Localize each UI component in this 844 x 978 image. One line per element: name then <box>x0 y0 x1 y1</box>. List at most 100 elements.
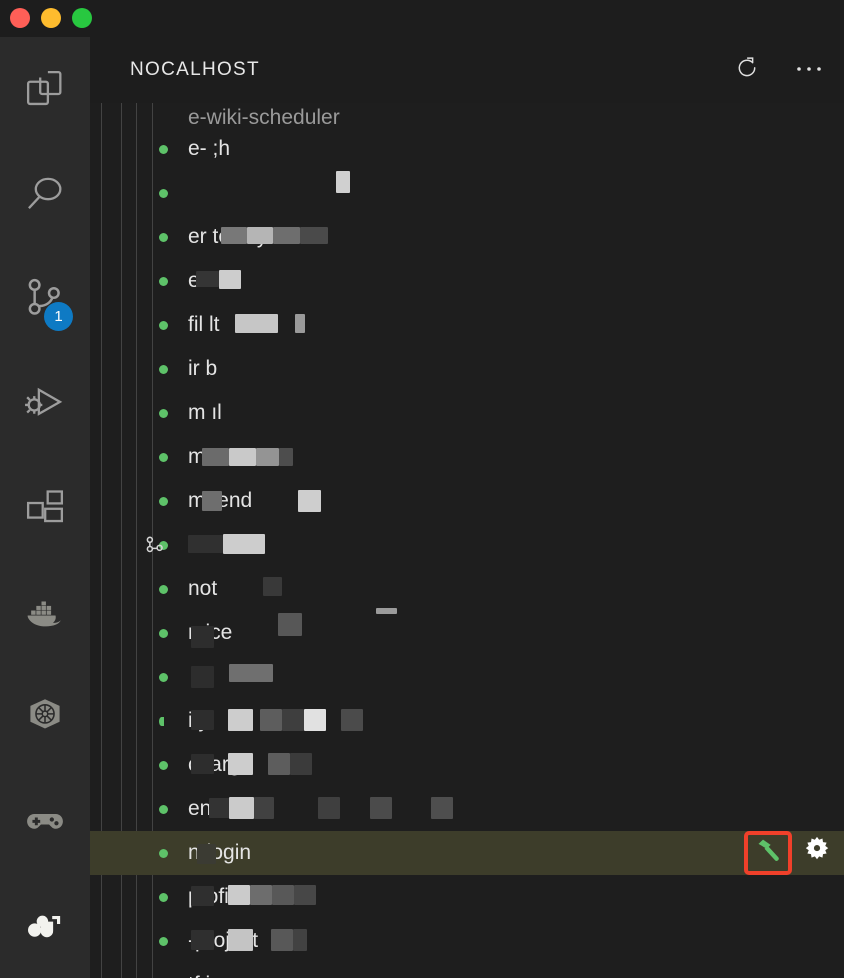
redaction-block <box>191 666 214 688</box>
refresh-icon <box>734 55 760 86</box>
minimize-window-button[interactable] <box>41 8 61 28</box>
tree-row-label: e <box>188 269 200 292</box>
refresh-button[interactable] <box>732 55 762 85</box>
docker-icon <box>21 588 69 636</box>
redaction-block <box>370 797 392 819</box>
tree-row-label: e-wiki-scheduler <box>188 106 340 127</box>
explorer-icon <box>22 66 68 112</box>
redaction-block <box>376 608 397 614</box>
activity-bar-item-nocalhost[interactable] <box>0 874 90 978</box>
redaction-block <box>229 448 256 466</box>
resource-tree[interactable]: e-wiki-scheduler e- ;h er teway e fil lt ir b… <box>90 103 844 978</box>
tree-row-1[interactable]: e- ;h <box>90 127 844 171</box>
status-dot-running <box>159 364 168 374</box>
more-actions-icon <box>795 61 823 79</box>
gamepad-icon <box>21 797 69 845</box>
redaction-block <box>273 227 300 244</box>
tree-row-wiki-scheduler[interactable]: e-wiki-scheduler <box>90 103 844 127</box>
status-dot-running <box>159 408 168 418</box>
redaction-block <box>219 270 241 289</box>
status-dot-running <box>159 848 168 858</box>
tree-row-4[interactable]: e <box>90 259 844 303</box>
tree-rows: e-wiki-scheduler e- ;h er teway e fil lt ir b… <box>90 103 844 978</box>
more-actions-button[interactable] <box>794 55 824 85</box>
extensions-icon <box>22 485 68 531</box>
activity-bar-item-extensions[interactable] <box>0 455 90 560</box>
redaction-block <box>279 448 293 466</box>
redaction-block <box>191 710 214 730</box>
redaction-block <box>254 797 274 819</box>
redaction-block <box>197 844 216 864</box>
kubernetes-icon <box>21 693 69 741</box>
tree-row-10[interactable] <box>90 523 844 567</box>
tree-row-14[interactable]: ity <box>90 699 844 743</box>
tree-row-8[interactable]: m e <box>90 435 844 479</box>
status-dot-running <box>159 452 168 462</box>
run-and-debug-icon <box>22 380 68 426</box>
tree-row-label: ir b <box>188 357 218 380</box>
close-window-button[interactable] <box>10 8 30 28</box>
tree-row-bottom[interactable]: tf i <box>90 963 844 978</box>
tree-row-login[interactable]: n-login <box>90 831 844 875</box>
redaction-block <box>202 491 222 511</box>
nocalhost-panel: NOCALHOST e-wiki-scheduler e- ;h er e fi… <box>90 37 844 978</box>
redaction-block <box>228 753 253 775</box>
status-dot-running <box>159 496 168 506</box>
redaction-block <box>278 613 302 636</box>
redaction-block <box>298 490 321 512</box>
tree-row-label <box>188 523 844 567</box>
activity-bar-item-source-control[interactable]: 1 <box>0 246 90 351</box>
redaction-block <box>229 664 273 682</box>
redaction-block <box>294 885 316 905</box>
tree-row-profile[interactable]: profile <box>90 875 844 919</box>
tree-row-3[interactable]: er teway <box>90 215 844 259</box>
redaction-block <box>228 885 250 905</box>
status-dot-running <box>159 188 168 198</box>
tree-row-2[interactable] <box>90 171 844 215</box>
dev-mode-branch-icon <box>144 533 166 560</box>
redaction-block <box>268 753 290 775</box>
gear-button[interactable] <box>798 834 836 872</box>
tree-row-label: tf i <box>188 963 844 978</box>
redaction-block <box>290 753 312 775</box>
status-dot-running <box>159 144 168 154</box>
redaction-block <box>247 227 273 244</box>
activity-bar-item-search[interactable] <box>0 142 90 247</box>
activity-bar-item-kubernetes[interactable] <box>0 664 90 769</box>
source-control-badge: 1 <box>44 302 73 332</box>
tree-row-11[interactable]: not <box>90 567 844 611</box>
activity-bar-item-run-and-debug[interactable] <box>0 351 90 456</box>
redaction-block <box>202 448 229 466</box>
title-bar <box>0 0 844 37</box>
tree-row-label: m ıl <box>188 401 222 424</box>
status-dot-running <box>159 804 168 814</box>
tree-row-9[interactable]: m tend <box>90 479 844 523</box>
panel-title: NOCALHOST <box>130 59 260 80</box>
panel-header-actions <box>732 37 824 103</box>
redaction-block <box>272 885 294 905</box>
hammer-button[interactable] <box>744 831 792 875</box>
tree-row-5[interactable]: fil lt <box>90 303 844 347</box>
tree-row-16[interactable]: ent <box>90 787 844 831</box>
redaction-block <box>191 886 214 906</box>
redaction-block <box>341 709 363 731</box>
activity-bar-item-gamepad[interactable] <box>0 769 90 874</box>
redaction-block <box>191 930 214 950</box>
redaction-block <box>431 797 453 819</box>
tree-row-label <box>188 655 844 699</box>
redaction-block <box>191 754 214 774</box>
tree-row-15[interactable]: charge <box>90 743 844 787</box>
redaction-block <box>228 709 253 731</box>
maximize-window-button[interactable] <box>72 8 92 28</box>
tree-row-6[interactable]: ir b <box>90 347 844 391</box>
redaction-block <box>304 709 326 731</box>
activity-bar-item-explorer[interactable] <box>0 37 90 142</box>
tree-row-12[interactable]: rvice <box>90 608 844 655</box>
redaction-block <box>196 271 219 287</box>
redaction-block <box>235 314 278 333</box>
activity-bar-item-docker[interactable] <box>0 560 90 665</box>
tree-row-project[interactable]: -project <box>90 919 844 963</box>
tree-row-13[interactable] <box>90 655 844 699</box>
tree-row-7[interactable]: m ıl <box>90 391 844 435</box>
status-dot-partial <box>159 716 164 726</box>
